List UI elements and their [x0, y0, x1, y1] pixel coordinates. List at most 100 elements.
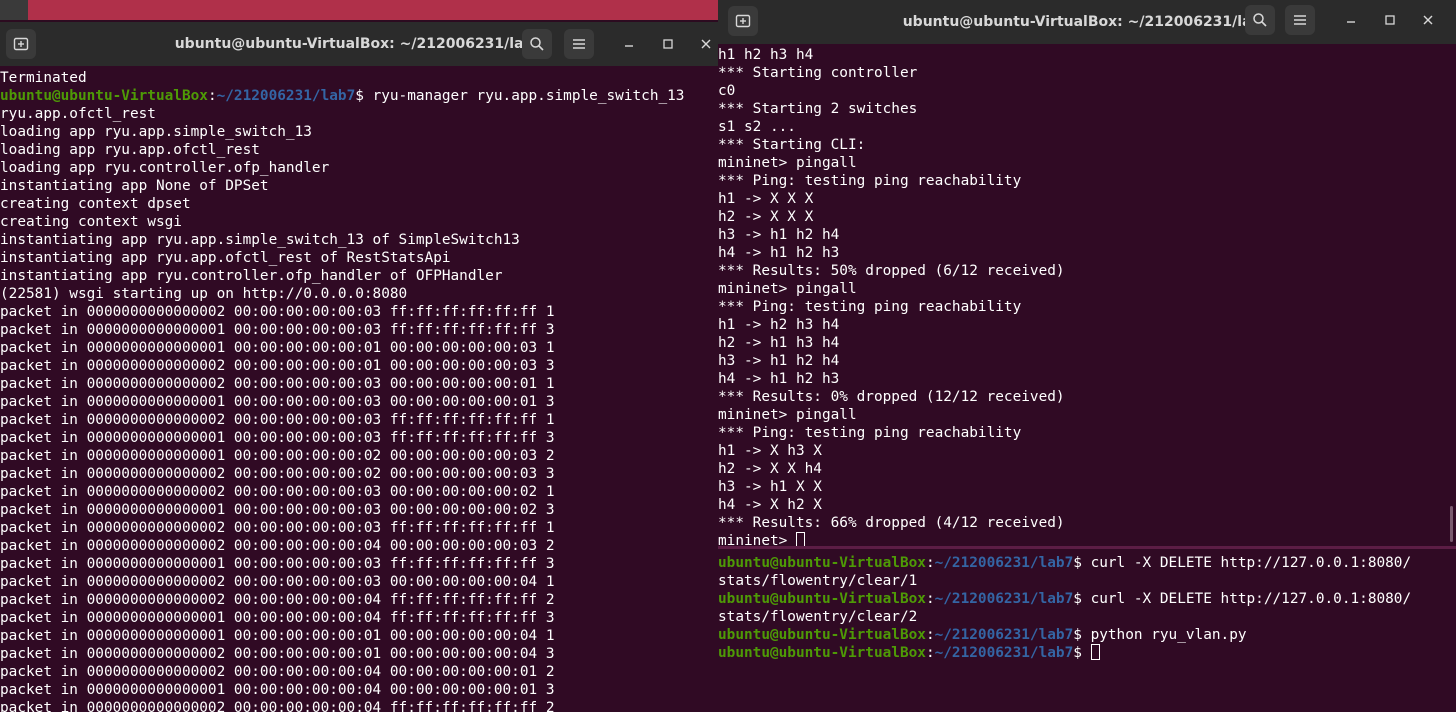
output-text: h4 -> X h2 X — [718, 497, 822, 513]
output-text: packet in 0000000000000002 00:00:00:00:0… — [0, 664, 555, 680]
hamburger-menu-icon — [573, 39, 585, 49]
output-text: Terminated — [0, 70, 87, 86]
minimize-button[interactable] — [1340, 9, 1362, 31]
prompt-user-host: ubuntu@ubuntu-VirtualBox — [0, 88, 208, 104]
scrollbar[interactable] — [1450, 506, 1453, 542]
output-text: packet in 0000000000000001 00:00:00:00:0… — [0, 340, 555, 356]
menu-button[interactable] — [1285, 5, 1315, 35]
prompt-path: ~/212006231/lab7 — [216, 88, 356, 104]
terminal-line: stats/flowentry/clear/2 — [718, 608, 1456, 626]
output-text: packet in 0000000000000002 00:00:00:00:0… — [0, 592, 555, 608]
minimize-button[interactable] — [618, 33, 640, 55]
output-text: mininet> pingall — [718, 407, 857, 423]
menu-button[interactable] — [564, 29, 594, 59]
prompt-user-host: ubuntu@ubuntu-VirtualBox — [718, 627, 926, 643]
new-tab-button[interactable] — [728, 6, 758, 36]
output-text: s1 s2 ... — [718, 119, 796, 135]
shell-terminal-lines: ubuntu@ubuntu-VirtualBox:~/212006231/lab… — [718, 554, 1456, 662]
maximize-button[interactable] — [657, 33, 679, 55]
output-text: stats/flowentry/clear/2 — [718, 609, 918, 625]
terminal-line: packet in 0000000000000001 00:00:00:00:0… — [0, 393, 718, 411]
terminal-line: ubuntu@ubuntu-VirtualBox:~/212006231/lab… — [718, 644, 1456, 662]
minimize-icon — [1347, 21, 1355, 23]
minimize-icon — [625, 45, 633, 47]
terminal-line: ubuntu@ubuntu-VirtualBox:~/212006231/lab… — [0, 88, 685, 104]
left-terminal-window: ubuntu@ubuntu-VirtualBox: ~/212006231/la… — [0, 22, 718, 712]
terminal-line: h2 -> h1 h3 h4 — [718, 334, 1456, 352]
terminal-line: h2 -> X X X — [718, 208, 1456, 226]
left-terminal-lines: Terminated ubuntu@ubuntu-VirtualBox:~/212… — [0, 69, 718, 712]
output-text: mininet> pingall — [718, 155, 857, 171]
search-icon — [530, 37, 544, 51]
command-text: python ryu_vlan.py — [1081, 627, 1247, 643]
output-text: packet in 0000000000000002 00:00:00:00:0… — [0, 538, 555, 554]
output-text: stats/flowentry/clear/1 — [718, 573, 918, 589]
terminal-line: *** Results: 50% dropped (6/12 received) — [718, 262, 1456, 280]
maximize-icon — [663, 39, 673, 49]
new-tab-button[interactable] — [6, 29, 36, 59]
output-text: loading app ryu.controller.ofp_handler — [0, 160, 330, 176]
right-terminal-output[interactable]: h1 h2 h3 h4 *** Starting controller c0 *** … — [718, 44, 1456, 712]
terminal-line: h2 -> X X h4 — [718, 460, 1456, 478]
desktop-background — [0, 0, 720, 20]
terminal-line: ryu.app.ofctl_rest — [0, 105, 718, 123]
maximize-button[interactable] — [1379, 9, 1401, 31]
text-cursor — [1090, 644, 1100, 660]
terminal-line: h3 -> h1 h2 h4 — [718, 352, 1456, 370]
output-text: instantiating app ryu.app.simple_switch_… — [0, 232, 520, 248]
terminal-line: packet in 0000000000000001 00:00:00:00:0… — [0, 429, 718, 447]
window-title: ubuntu@ubuntu-VirtualBox: ~/212006231/la… — [174, 36, 544, 52]
output-text: loading app ryu.app.ofctl_rest — [0, 142, 260, 158]
terminal-line: ubuntu@ubuntu-VirtualBox:~/212006231/lab… — [718, 591, 1412, 607]
output-text: packet in 0000000000000002 00:00:00:00:0… — [0, 412, 555, 428]
terminal-line: *** Ping: testing ping reachability — [718, 172, 1456, 190]
close-button[interactable] — [695, 33, 717, 55]
terminal-line: (22581) wsgi starting up on http://0.0.0… — [0, 285, 718, 303]
terminal-line: instantiating app ryu.app.simple_switch_… — [0, 231, 718, 249]
output-text: *** Results: 66% dropped (4/12 received) — [718, 515, 1065, 531]
terminal-line: h4 -> X h2 X — [718, 496, 1456, 514]
terminal-line: packet in 0000000000000002 00:00:00:00:0… — [0, 483, 718, 501]
output-text: packet in 0000000000000001 00:00:00:00:0… — [0, 322, 555, 338]
output-text: instantiating app None of DPSet — [0, 178, 269, 194]
output-text: h1 -> h2 h3 h4 — [718, 317, 840, 333]
terminal-line: h1 h2 h3 h4 — [718, 46, 1456, 64]
output-text: packet in 0000000000000001 00:00:00:00:0… — [0, 610, 555, 626]
terminal-line: c0 — [718, 82, 1456, 100]
terminal-line: mininet> pingall — [718, 280, 1456, 298]
terminal-line: *** Ping: testing ping reachability — [718, 424, 1456, 442]
output-text: ryu.app.ofctl_rest — [0, 106, 156, 122]
output-text: *** Starting CLI: — [718, 137, 866, 153]
terminal-line: loading app ryu.app.ofctl_rest — [0, 141, 718, 159]
terminal-line: packet in 0000000000000002 00:00:00:00:0… — [0, 645, 718, 663]
search-button[interactable] — [1245, 5, 1275, 35]
terminal-line: packet in 0000000000000002 00:00:00:00:0… — [0, 357, 718, 375]
terminal-line: packet in 0000000000000002 00:00:00:00:0… — [0, 303, 718, 321]
terminal-line: packet in 0000000000000002 00:00:00:00:0… — [0, 537, 718, 555]
close-button[interactable] — [1417, 9, 1439, 31]
terminal-line: loading app ryu.app.simple_switch_13 — [0, 123, 718, 141]
terminal-line: Terminated — [0, 69, 718, 87]
right-terminal-window: ubuntu@ubuntu-VirtualBox: ~/212006231/la… — [718, 0, 1456, 712]
output-text: packet in 0000000000000002 00:00:00:00:0… — [0, 484, 555, 500]
pane-divider[interactable] — [718, 546, 1456, 549]
output-text: packet in 0000000000000002 00:00:00:00:0… — [0, 646, 555, 662]
output-text: h1 -> X h3 X — [718, 443, 822, 459]
search-button[interactable] — [522, 29, 552, 59]
terminal-line: *** Starting 2 switches — [718, 100, 1456, 118]
terminal-line: packet in 0000000000000001 00:00:00:00:0… — [0, 627, 718, 645]
command-text: curl -X DELETE http://127.0.0.1:8080/ — [1081, 555, 1412, 571]
output-text: *** Ping: testing ping reachability — [718, 299, 1022, 315]
new-tab-icon — [735, 14, 751, 28]
terminal-line: packet in 0000000000000002 00:00:00:00:0… — [0, 663, 718, 681]
output-text: packet in 0000000000000002 00:00:00:00:0… — [0, 358, 555, 374]
terminal-line: packet in 0000000000000002 00:00:00:00:0… — [0, 699, 718, 712]
output-text: packet in 0000000000000002 00:00:00:00:0… — [0, 466, 555, 482]
output-text: creating context dpset — [0, 196, 191, 212]
left-terminal-output[interactable]: Terminated ubuntu@ubuntu-VirtualBox:~/212… — [0, 66, 718, 712]
terminal-line: ubuntu@ubuntu-VirtualBox:~/212006231/lab… — [718, 555, 1412, 571]
command-text: ryu-manager ryu.app.simple_switch_13 — [363, 88, 685, 104]
close-icon — [1423, 15, 1433, 25]
terminal-line: mininet> pingall — [718, 406, 1456, 424]
prompt-path: ~/212006231/lab7 — [934, 645, 1074, 661]
